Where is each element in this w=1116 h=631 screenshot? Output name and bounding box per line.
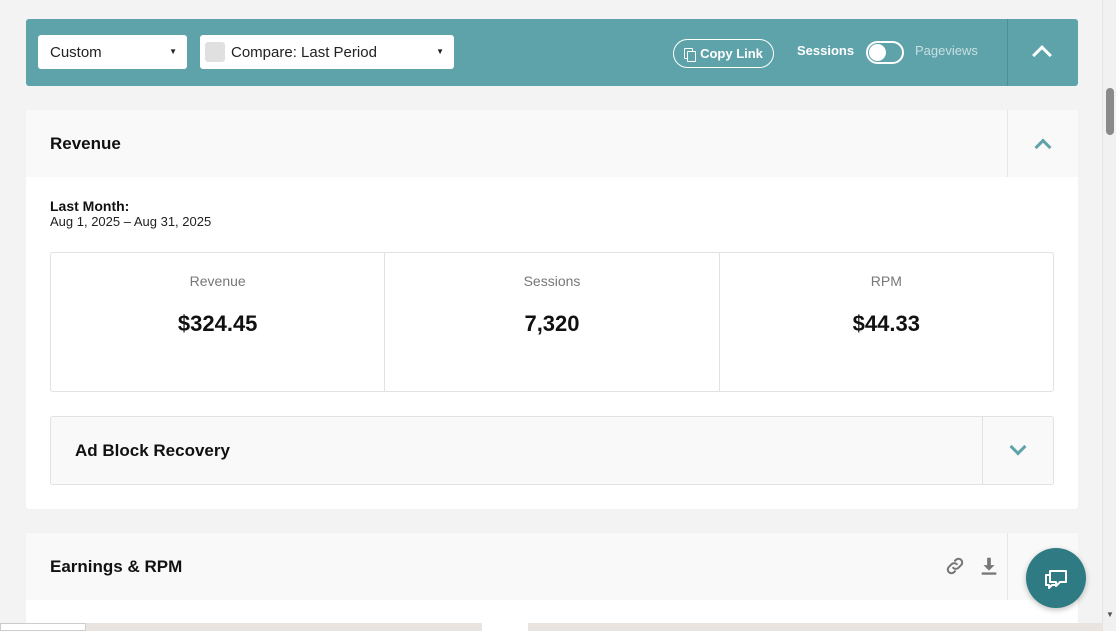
earnings-panel-title: Earnings & RPM [50, 557, 183, 576]
earnings-rpm-panel: Earnings & RPM [26, 533, 1078, 631]
pageviews-toggle-label[interactable]: Pageviews [915, 43, 978, 58]
strip-segment [0, 623, 86, 631]
page-scrollbar[interactable]: ▼ [1102, 0, 1116, 631]
ad-block-expand-button[interactable] [982, 417, 1053, 484]
download-icon[interactable] [978, 555, 998, 577]
revenue-panel: Revenue Last Month: Aug 1, 2025 – Aug 31… [26, 110, 1078, 509]
caret-down-icon: ▼ [436, 47, 444, 56]
sessions-pageviews-toggle[interactable] [866, 41, 904, 64]
copy-icon [684, 47, 697, 62]
strip-segment [482, 623, 528, 631]
metric-label: RPM [870, 273, 902, 289]
revenue-collapse-button[interactable] [1007, 110, 1078, 177]
earnings-panel-header: Earnings & RPM [26, 533, 1078, 600]
filter-bar-collapse-button[interactable] [1007, 19, 1078, 86]
chart-preview-strip [0, 623, 1102, 631]
link-icon[interactable] [944, 555, 964, 577]
sessions-toggle-label[interactable]: Sessions [797, 43, 854, 58]
caret-down-icon: ▼ [169, 47, 177, 56]
scroll-down-arrow-icon[interactable]: ▼ [1106, 610, 1114, 619]
metric-value: 7,320 [524, 311, 580, 336]
earnings-actions [944, 555, 998, 577]
scrollbar-thumb[interactable] [1106, 88, 1114, 135]
toggle-knob [869, 44, 886, 61]
compare-value: Compare: Last Period [231, 43, 377, 61]
ad-block-recovery-section[interactable]: Ad Block Recovery [50, 416, 1054, 485]
chevron-up-icon [1032, 45, 1052, 65]
period-label: Last Month: [50, 198, 130, 214]
copy-link-button[interactable]: Copy Link [673, 39, 774, 68]
filter-bar: Custom ▼ Compare: Last Period ▼ Copy Lin… [26, 19, 1078, 86]
ad-block-recovery-title: Ad Block Recovery [75, 441, 230, 460]
copy-link-label: Copy Link [700, 46, 763, 61]
chat-button[interactable] [1026, 548, 1086, 608]
revenue-panel-header: Revenue [26, 110, 1078, 177]
chevron-up-icon [1034, 138, 1052, 156]
metric-card-rpm: RPM $44.33 [720, 253, 1053, 391]
revenue-panel-title: Revenue [50, 134, 121, 153]
metrics-grid: Revenue $324.45 Sessions 7,320 RPM $44.3… [50, 252, 1054, 392]
metric-value: $44.33 [852, 311, 920, 336]
compare-select[interactable]: Compare: Last Period ▼ [200, 35, 454, 69]
chat-icon [1045, 570, 1067, 589]
date-range-value: Custom [50, 43, 102, 61]
metric-value: $324.45 [177, 311, 258, 336]
chevron-down-icon [1009, 438, 1027, 456]
compare-color-swatch [205, 42, 225, 62]
metric-label: Revenue [189, 273, 246, 289]
dashboard-page: Custom ▼ Compare: Last Period ▼ Copy Lin… [0, 0, 1102, 631]
date-range-select[interactable]: Custom ▼ [38, 35, 187, 69]
period-dates: Aug 1, 2025 – Aug 31, 2025 [50, 214, 212, 229]
metric-card-sessions: Sessions 7,320 [385, 253, 720, 391]
metric-label: Sessions [523, 273, 581, 289]
metric-card-revenue: Revenue $324.45 [51, 253, 386, 391]
